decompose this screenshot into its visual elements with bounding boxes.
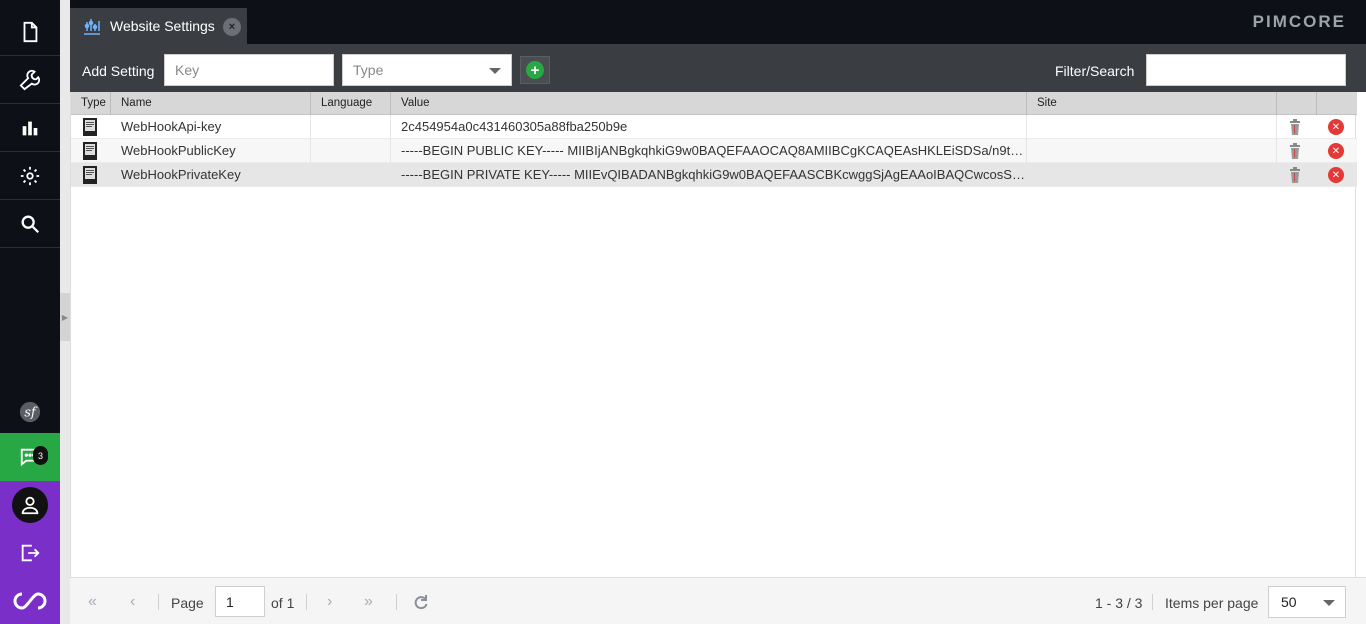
column-header-delete bbox=[1317, 92, 1357, 115]
row-language bbox=[311, 163, 391, 187]
last-page-icon[interactable]: » bbox=[364, 593, 373, 611]
settings-button[interactable] bbox=[0, 152, 60, 200]
pagination-bar: « ‹ Page of 1 › » 1 - 3 / 3 Items per pa… bbox=[70, 577, 1366, 624]
first-page-icon[interactable]: « bbox=[88, 593, 97, 611]
document-icon bbox=[23, 21, 38, 42]
user-icon bbox=[21, 496, 39, 515]
symfony-icon: sf bbox=[19, 401, 41, 423]
delete-row-icon[interactable]: ✕ bbox=[1328, 119, 1344, 135]
text-type-icon bbox=[83, 118, 97, 136]
column-header-name[interactable]: Name bbox=[111, 92, 311, 115]
row-language bbox=[311, 139, 391, 163]
wrench-icon bbox=[19, 69, 41, 90]
page-count-label: of 1 bbox=[271, 595, 295, 611]
symfony-button[interactable]: sf bbox=[0, 388, 60, 436]
documents-button[interactable] bbox=[0, 8, 60, 56]
type-select-value: Type bbox=[353, 62, 384, 78]
row-language bbox=[311, 115, 391, 139]
top-bar: Website Settings × PIMCORE bbox=[70, 0, 1366, 44]
key-input[interactable] bbox=[164, 54, 334, 86]
pimcore-logo-button[interactable] bbox=[0, 577, 60, 624]
prev-page-icon[interactable]: ‹ bbox=[130, 593, 135, 611]
row-site bbox=[1027, 163, 1277, 187]
toolbar: Add Setting Type + Filter/Search bbox=[70, 44, 1366, 92]
column-header-site[interactable]: Site bbox=[1027, 92, 1277, 115]
sidebar-expand-handle[interactable]: ▶ bbox=[60, 293, 70, 341]
gear-icon bbox=[20, 166, 40, 185]
profile-button[interactable] bbox=[0, 481, 60, 529]
text-type-icon bbox=[83, 142, 97, 160]
notifications-button[interactable]: 3 bbox=[0, 433, 60, 481]
bar-chart-icon bbox=[22, 121, 38, 135]
logout-icon bbox=[21, 544, 40, 562]
row-name: WebHookPublicKey bbox=[111, 139, 311, 163]
row-value: 2c454954a0c431460305a88fba250b9e bbox=[391, 115, 1027, 139]
table-row[interactable]: WebHookPrivateKey -----BEGIN PRIVATE KEY… bbox=[71, 163, 1357, 187]
grid-header: Type Name Language Value Site bbox=[71, 92, 1357, 115]
next-page-icon[interactable]: › bbox=[327, 593, 332, 611]
close-icon[interactable]: × bbox=[223, 18, 241, 36]
tab-website-settings[interactable]: Website Settings × bbox=[70, 8, 247, 44]
tab-label: Website Settings bbox=[110, 18, 215, 34]
type-select[interactable]: Type bbox=[342, 54, 512, 86]
divider bbox=[306, 594, 307, 610]
chevron-down-icon bbox=[489, 68, 501, 74]
row-value: -----BEGIN PRIVATE KEY----- MIIEvQIBADAN… bbox=[391, 163, 1027, 187]
add-setting-button[interactable]: + bbox=[520, 56, 550, 84]
items-per-page-value: 50 bbox=[1281, 594, 1297, 610]
items-per-page-select[interactable]: 50 bbox=[1268, 586, 1346, 618]
items-per-page-label: Items per page bbox=[1165, 595, 1259, 611]
column-header-type[interactable]: Type bbox=[71, 92, 111, 115]
main-sidebar: sf 3 bbox=[0, 0, 60, 624]
column-header-actions bbox=[1277, 92, 1317, 115]
refresh-icon[interactable] bbox=[413, 594, 429, 610]
divider bbox=[396, 594, 397, 610]
search-icon bbox=[21, 215, 40, 233]
filter-search-input[interactable] bbox=[1146, 54, 1346, 86]
row-site bbox=[1027, 139, 1277, 163]
column-header-language[interactable]: Language bbox=[311, 92, 391, 115]
table-row[interactable]: WebHookApi-key 2c454954a0c431460305a88fb… bbox=[71, 115, 1357, 139]
trash-icon[interactable] bbox=[1289, 143, 1301, 159]
row-site bbox=[1027, 115, 1277, 139]
search-button[interactable] bbox=[0, 200, 60, 248]
filter-search-label: Filter/Search bbox=[1055, 63, 1135, 79]
trash-icon[interactable] bbox=[1289, 167, 1301, 183]
row-value: -----BEGIN PUBLIC KEY----- MIIBIjANBgkqh… bbox=[391, 139, 1027, 163]
page-number-input[interactable] bbox=[215, 586, 265, 617]
delete-row-icon[interactable]: ✕ bbox=[1328, 143, 1344, 159]
divider bbox=[158, 594, 159, 610]
divider bbox=[1152, 594, 1153, 610]
avatar bbox=[12, 487, 48, 523]
logout-button[interactable] bbox=[0, 529, 60, 577]
reports-button[interactable] bbox=[0, 104, 60, 152]
page-label: Page bbox=[171, 595, 204, 611]
plus-icon: + bbox=[526, 61, 544, 79]
notification-count-badge: 3 bbox=[33, 446, 48, 465]
website-settings-icon bbox=[84, 19, 100, 35]
row-name: WebHookPrivateKey bbox=[111, 163, 311, 187]
delete-row-icon[interactable]: ✕ bbox=[1328, 167, 1344, 183]
row-name: WebHookApi-key bbox=[111, 115, 311, 139]
add-setting-label: Add Setting bbox=[82, 63, 155, 79]
table-row[interactable]: WebHookPublicKey -----BEGIN PUBLIC KEY--… bbox=[71, 139, 1357, 163]
text-type-icon bbox=[83, 166, 97, 184]
column-header-value[interactable]: Value bbox=[391, 92, 1027, 115]
tools-button[interactable] bbox=[0, 56, 60, 104]
settings-grid: Type Name Language Value Site WebHookApi… bbox=[70, 92, 1357, 577]
pimcore-logo: PIMCORE bbox=[1252, 12, 1346, 31]
result-range: 1 - 3 / 3 bbox=[1095, 595, 1143, 611]
trash-icon[interactable] bbox=[1289, 119, 1301, 135]
pimcore-logo-icon bbox=[13, 591, 47, 610]
chevron-down-icon bbox=[1323, 600, 1335, 606]
